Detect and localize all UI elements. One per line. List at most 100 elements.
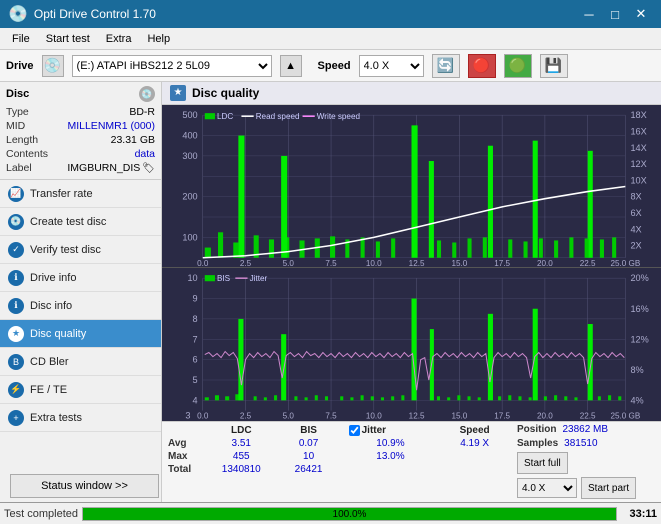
nav-cd-bler[interactable]: B CD Bler: [0, 348, 161, 376]
disc-icon: 💿: [139, 86, 155, 102]
avg-speed: 4.19 X: [436, 437, 513, 450]
samples-value: 381510: [564, 438, 597, 449]
maximize-button[interactable]: □: [603, 4, 627, 24]
svg-text:12.5: 12.5: [409, 412, 425, 421]
fe-te-icon: ⚡: [8, 382, 24, 398]
label-icon: 🏷: [142, 163, 155, 174]
max-label: Max: [166, 450, 202, 463]
length-value: 23.31 GB: [111, 134, 155, 146]
disc-info-icon: ℹ: [8, 298, 24, 314]
eject-icon[interactable]: ▲: [280, 55, 302, 77]
menu-extra[interactable]: Extra: [98, 29, 140, 49]
svg-text:15.0: 15.0: [451, 258, 467, 267]
bottom-data-panel: LDC BIS Jitter Speed Avg: [162, 421, 661, 502]
total-row: Total 1340810 26421: [166, 463, 513, 476]
minimize-button[interactable]: ─: [577, 4, 601, 24]
nav-disc-info[interactable]: ℹ Disc info: [0, 292, 161, 320]
nav-extra-tests[interactable]: + Extra tests: [0, 404, 161, 432]
svg-text:200: 200: [182, 191, 197, 201]
chart2-panel: 10 9 8 7 6 5 4 3 20% 16% 12% 8% 4%: [162, 268, 661, 421]
right-stats: Position 23862 MB Samples 381510 Start f…: [517, 424, 657, 500]
svg-text:2.5: 2.5: [240, 258, 252, 267]
avg-label: Avg: [166, 437, 202, 450]
svg-text:4: 4: [193, 396, 198, 406]
nav-verify-test-disc[interactable]: ✓ Verify test disc: [0, 236, 161, 264]
col-bis: BIS: [281, 424, 337, 437]
nav-fe-te[interactable]: ⚡ FE / TE: [0, 376, 161, 404]
disc-button2[interactable]: 🟢: [504, 54, 532, 78]
svg-text:Read speed: Read speed: [256, 112, 300, 121]
nav-menu: 📈 Transfer rate 💿 Create test disc ✓ Ver…: [0, 180, 161, 432]
drive-info-icon: ℹ: [8, 270, 24, 286]
svg-text:8: 8: [193, 314, 198, 324]
label-label: Label: [6, 162, 32, 174]
svg-text:20%: 20%: [630, 274, 648, 284]
svg-text:7.5: 7.5: [325, 412, 337, 421]
title-bar: 💿 Opti Drive Control 1.70 ─ □ ✕: [0, 0, 661, 28]
svg-text:5: 5: [193, 376, 198, 386]
chart1-panel: 500 400 300 200 100 18X 16X 14X 12X 10X …: [162, 105, 661, 269]
avg-jitter: 10.9%: [345, 437, 437, 450]
speed-select[interactable]: 4.0 X: [359, 55, 424, 77]
contents-value: data: [135, 148, 155, 160]
disc-label-row: Label IMGBURN_DIS 🏷: [6, 161, 155, 175]
position-label: Position: [517, 424, 556, 435]
nav-create-test-disc[interactable]: 💿 Create test disc: [0, 208, 161, 236]
samples-row: Samples 381510: [517, 438, 657, 449]
disc-mid-row: MID MILLENMR1 (000): [6, 119, 155, 133]
svg-text:17.5: 17.5: [494, 412, 510, 421]
svg-text:3: 3: [185, 411, 190, 421]
svg-text:2X: 2X: [630, 240, 641, 250]
app-title: Opti Drive Control 1.70: [34, 7, 156, 21]
svg-text:8X: 8X: [630, 191, 641, 201]
mid-value: MILLENMR1 (000): [67, 120, 155, 132]
jitter-checkbox[interactable]: [349, 425, 360, 436]
col-ldc: LDC: [202, 424, 281, 437]
start-part-button[interactable]: Start part: [581, 477, 636, 499]
refresh-button[interactable]: 🔄: [432, 54, 460, 78]
mid-label: MID: [6, 120, 25, 132]
nav-disc-quality[interactable]: ★ Disc quality: [0, 320, 161, 348]
svg-text:10: 10: [187, 274, 197, 284]
save-button[interactable]: 💾: [540, 54, 568, 78]
svg-text:10.0: 10.0: [366, 258, 382, 267]
svg-text:6: 6: [193, 355, 198, 365]
length-label: Length: [6, 134, 38, 146]
nav-drive-info[interactable]: ℹ Drive info: [0, 264, 161, 292]
transfer-rate-icon: 📈: [8, 186, 24, 202]
svg-text:300: 300: [182, 150, 197, 160]
disc-contents-row: Contents data: [6, 147, 155, 161]
svg-text:7: 7: [193, 335, 198, 345]
svg-text:25.0 GB: 25.0 GB: [610, 412, 640, 421]
svg-text:16X: 16X: [630, 126, 646, 136]
status-window-button[interactable]: Status window >>: [10, 474, 159, 498]
close-button[interactable]: ✕: [629, 4, 653, 24]
cd-bler-icon: B: [8, 354, 24, 370]
disc-button1[interactable]: 🔴: [468, 54, 496, 78]
svg-text:7.5: 7.5: [325, 258, 337, 267]
title-bar-left: 💿 Opti Drive Control 1.70: [8, 4, 156, 24]
menu-help[interactable]: Help: [139, 29, 178, 49]
main-content: Disc 💿 Type BD-R MID MILLENMR1 (000) Len…: [0, 82, 661, 502]
drive-bar: Drive 💿 (E:) ATAPI iHBS212 2 5L09 ▲ Spee…: [0, 50, 661, 82]
start-full-button[interactable]: Start full: [517, 452, 568, 474]
menu-file[interactable]: File: [4, 29, 38, 49]
drive-select[interactable]: (E:) ATAPI iHBS212 2 5L09: [72, 55, 272, 77]
svg-text:BIS: BIS: [217, 275, 231, 284]
verify-test-icon: ✓: [8, 242, 24, 258]
svg-text:12X: 12X: [630, 159, 646, 169]
svg-text:14X: 14X: [630, 142, 646, 152]
chart-header: ★ Disc quality: [162, 82, 661, 105]
svg-text:4%: 4%: [630, 396, 643, 406]
svg-text:Write speed: Write speed: [317, 112, 360, 121]
total-label: Total: [166, 463, 202, 476]
menu-start-test[interactable]: Start test: [38, 29, 98, 49]
svg-text:18X: 18X: [630, 110, 646, 120]
svg-text:10X: 10X: [630, 175, 646, 185]
speed-select-bottom[interactable]: 4.0 X: [517, 478, 577, 498]
svg-text:12.5: 12.5: [409, 258, 425, 267]
disc-length-row: Length 23.31 GB: [6, 133, 155, 147]
speed-select-row: 4.0 X Start part: [517, 477, 657, 499]
nav-transfer-rate[interactable]: 📈 Transfer rate: [0, 180, 161, 208]
svg-text:0.0: 0.0: [197, 412, 209, 421]
